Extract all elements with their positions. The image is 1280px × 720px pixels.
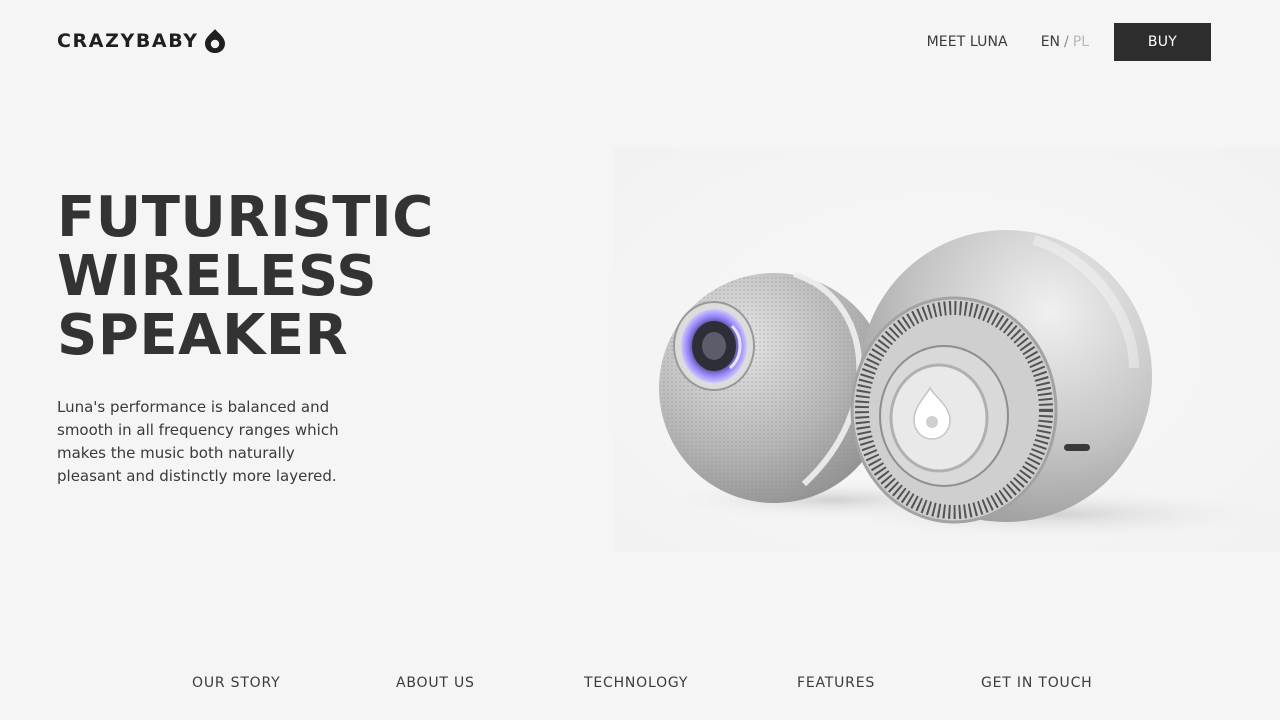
language-switcher: EN / PL xyxy=(1041,34,1089,50)
speaker-illustration xyxy=(614,148,1280,552)
nav-features[interactable]: FEATURES xyxy=(797,675,875,691)
lang-separator: / xyxy=(1064,34,1069,50)
header-nav: MEET LUNA EN / PL BUY xyxy=(927,23,1211,61)
hero-title-line: SPEAKER xyxy=(57,303,349,368)
brand-logo[interactable]: CRAZYBABY xyxy=(57,26,227,56)
hero-title-line: WIRELESS xyxy=(57,244,378,309)
nav-our-story[interactable]: OUR STORY xyxy=(192,675,281,691)
speaker-pair-image xyxy=(614,148,1280,552)
lang-en-link[interactable]: EN xyxy=(1041,34,1060,50)
nav-about-us[interactable]: ABOUT US xyxy=(396,675,475,691)
drop-ring-icon xyxy=(204,29,225,53)
footer-nav: OUR STORY ABOUT US TECHNOLOGY FEATURES G… xyxy=(0,666,1280,702)
brand-name: CRAZYBABY xyxy=(57,30,199,52)
hero-title: FUTURISTIC WIRELESS SPEAKER xyxy=(57,188,577,365)
site-header: CRAZYBABY MEET LUNA EN / PL BUY xyxy=(0,0,1280,84)
lang-pl-link[interactable]: PL xyxy=(1073,34,1089,50)
nav-technology[interactable]: TECHNOLOGY xyxy=(584,675,688,691)
meet-luna-link[interactable]: MEET LUNA xyxy=(927,34,1008,50)
buy-button[interactable]: BUY xyxy=(1114,23,1211,61)
nav-get-in-touch[interactable]: GET IN TOUCH xyxy=(981,675,1092,691)
hero-description: Luna's performance is balanced and smoot… xyxy=(57,398,339,485)
hero-title-line: FUTURISTIC xyxy=(57,185,434,250)
